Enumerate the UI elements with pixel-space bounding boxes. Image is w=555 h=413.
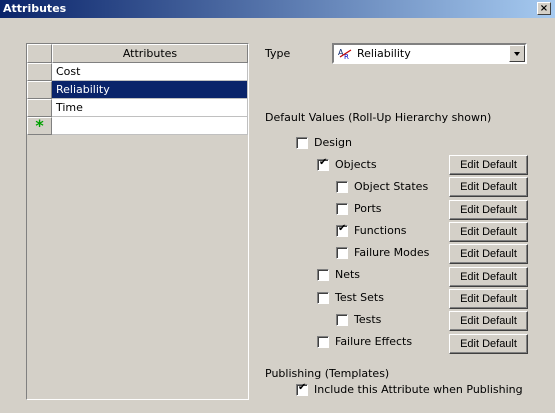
checkbox-ports[interactable] (336, 203, 348, 215)
edit-default-button-test-sets[interactable]: Edit Default (449, 289, 528, 309)
grid-row[interactable]: Cost (27, 63, 248, 81)
tests-label: Tests (354, 313, 382, 326)
row-selector[interactable] (27, 63, 52, 81)
failure-effects-label: Failure Effects (335, 335, 413, 348)
grid-row-selected[interactable]: Reliability (27, 81, 248, 99)
checkbox-tests[interactable] (336, 314, 348, 326)
row-selector[interactable] (27, 99, 52, 117)
checkbox-include-when-publishing[interactable] (296, 382, 308, 396)
new-row-star-icon: * (27, 117, 52, 135)
edit-default-button-nets[interactable]: Edit Default (449, 267, 528, 287)
object-states-label: Object States (354, 180, 429, 193)
title-bar: Attributes × (0, 0, 555, 18)
row-selector[interactable] (27, 81, 52, 99)
grid-column-header[interactable]: Attributes (52, 44, 248, 63)
type-select-value: Reliability (357, 47, 411, 60)
include-when-publishing-label: Include this Attribute when Publishing (314, 383, 523, 396)
nets-label: Nets (335, 268, 361, 281)
grid-cell[interactable]: Time (52, 99, 248, 117)
grid-cell[interactable] (52, 117, 248, 135)
attributes-grid: Attributes Cost Reliability Time * (26, 43, 249, 400)
publishing-label: Publishing (Templates) (265, 367, 390, 380)
grid-row[interactable]: Time (27, 99, 248, 117)
edit-default-button-objects[interactable]: Edit Default (449, 155, 528, 175)
ports-label: Ports (354, 202, 382, 215)
grid-cell[interactable]: Cost (52, 63, 248, 81)
checkbox-objects[interactable] (317, 157, 329, 171)
objects-label: Objects (335, 158, 377, 171)
edit-default-button-failure-modes[interactable]: Edit Default (449, 244, 528, 264)
type-label: Type (265, 47, 291, 60)
window-title: Attributes (3, 2, 67, 15)
edit-default-button-functions[interactable]: Edit Default (449, 222, 528, 242)
chevron-down-icon[interactable] (509, 45, 525, 62)
failure-modes-label: Failure Modes (354, 246, 430, 259)
grid-header-corner (27, 44, 52, 63)
edit-default-button-failure-effects[interactable]: Edit Default (449, 334, 528, 354)
attributes-window: Attributes × Attributes Cost Reliability… (0, 0, 555, 413)
functions-label: Functions (354, 224, 407, 237)
checkbox-nets[interactable] (317, 269, 329, 281)
grid-new-row[interactable]: * (27, 117, 248, 135)
close-button[interactable]: × (537, 2, 551, 15)
checkbox-failure-modes[interactable] (336, 247, 348, 259)
checkbox-design[interactable] (296, 137, 308, 149)
type-select[interactable]: A R Reliability (332, 43, 527, 64)
design-label: Design (314, 136, 352, 149)
edit-default-button-object-states[interactable]: Edit Default (449, 177, 528, 197)
checkbox-object-states[interactable] (336, 181, 348, 193)
grid-cell[interactable]: Reliability (52, 81, 248, 99)
grid-header: Attributes (27, 44, 248, 63)
checkbox-functions[interactable] (336, 223, 348, 237)
edit-default-button-ports[interactable]: Edit Default (449, 200, 528, 220)
reliability-attribute-icon: A R (338, 48, 352, 61)
default-values-label: Default Values (Roll-Up Hierarchy shown) (265, 111, 492, 124)
checkbox-failure-effects[interactable] (317, 336, 329, 348)
checkbox-test-sets[interactable] (317, 292, 329, 304)
edit-default-button-tests[interactable]: Edit Default (449, 311, 528, 331)
test-sets-label: Test Sets (335, 291, 384, 304)
